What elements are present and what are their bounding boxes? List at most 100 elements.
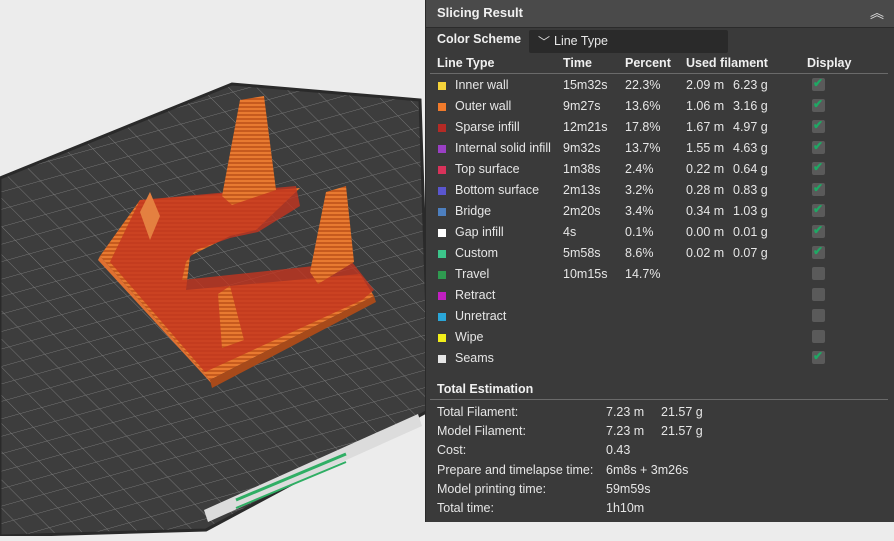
line-type-time: 1m38s	[563, 162, 601, 176]
display-checkbox[interactable]: ✔	[812, 139, 825, 154]
color-scheme-value: Line Type	[554, 34, 608, 48]
estimation-row: Cost: 0.43	[426, 443, 894, 462]
display-checkbox[interactable]: ✔	[812, 181, 825, 196]
display-checkbox[interactable]	[812, 309, 825, 322]
line-type-time: 2m20s	[563, 204, 601, 218]
line-type-name: Custom	[455, 246, 499, 260]
line-type-weight: 0.07 g	[733, 246, 768, 260]
display-checkbox[interactable]: ✔	[812, 202, 825, 217]
display-checkbox[interactable]	[812, 330, 825, 343]
line-type-length: 1.06 m	[686, 99, 725, 113]
table-row: Travel 10m15s 14.7%	[426, 265, 894, 286]
line-type-percent: 13.7%	[625, 141, 661, 155]
line-type-name: Bridge	[455, 204, 492, 218]
line-type-weight: 3.16 g	[733, 99, 768, 113]
estimation-row: Total Filament: 7.23 m 21.57 g	[426, 405, 894, 424]
line-type-length: 1.55 m	[686, 141, 725, 155]
table-row: Retract	[426, 286, 894, 307]
line-type-time: 12m21s	[563, 120, 608, 134]
header-time: Time	[563, 56, 592, 70]
line-type-name: Top surface	[455, 162, 520, 176]
line-type-name: Gap infill	[455, 225, 504, 239]
display-checkbox[interactable]: ✔	[812, 160, 825, 175]
table-row: Sparse infill 12m21s 17.8% 1.67 m 4.97 g ✔	[426, 118, 894, 139]
estimation-value: 6m8s + 3m26s	[606, 463, 689, 477]
line-type-time: 5m58s	[563, 246, 601, 260]
table-row: Outer wall 9m27s 13.6% 1.06 m 3.16 g ✔	[426, 97, 894, 118]
estimation-label: Model Filament:	[437, 424, 526, 438]
line-type-time: 10m15s	[563, 267, 608, 281]
display-checkbox[interactable]	[812, 288, 825, 301]
display-checkbox[interactable]: ✔	[812, 349, 825, 364]
color-swatch	[438, 208, 446, 216]
header-display: Display	[807, 56, 852, 70]
display-checkbox[interactable]: ✔	[812, 244, 825, 259]
checkmark-icon: ✔	[813, 118, 824, 132]
line-type-name: Sparse infill	[455, 120, 520, 134]
collapse-chevron-icon[interactable]: ︽	[870, 3, 884, 23]
line-type-name: Internal solid infill	[455, 141, 551, 155]
estimation-value-secondary: 21.57 g	[661, 424, 703, 438]
header-divider	[430, 73, 888, 74]
checkmark-icon: ✔	[813, 223, 824, 237]
checkmark-icon: ✔	[813, 349, 824, 363]
header-line-type: Line Type	[437, 56, 495, 70]
estimation-label: Total Filament:	[437, 405, 519, 419]
estimation-value: 7.23 m	[606, 405, 645, 419]
line-type-percent: 13.6%	[625, 99, 661, 113]
table-row: Bridge 2m20s 3.4% 0.34 m 1.03 g ✔	[426, 202, 894, 223]
display-checkbox[interactable]	[812, 267, 825, 280]
estimation-label: Prepare and timelapse time:	[437, 463, 594, 477]
estimation-row: Total time: 1h10m	[426, 501, 894, 520]
display-checkbox[interactable]: ✔	[812, 76, 825, 91]
estimation-label: Cost:	[437, 443, 467, 457]
estimation-value: 59m59s	[606, 482, 651, 496]
color-scheme-dropdown[interactable]: ﹀ Line Type	[529, 30, 728, 53]
line-type-length: 2.09 m	[686, 78, 725, 92]
line-type-time: 9m32s	[563, 141, 601, 155]
line-type-length: 0.34 m	[686, 204, 725, 218]
estimation-value-secondary: 21.57 g	[661, 405, 703, 419]
line-type-percent: 0.1%	[625, 225, 654, 239]
color-scheme-label: Color Scheme	[437, 32, 522, 46]
estimation-row: Model printing time: 59m59s	[426, 482, 894, 501]
checkmark-icon: ✔	[813, 244, 824, 258]
panel-title: Slicing Result	[437, 5, 523, 20]
line-type-weight: 0.83 g	[733, 183, 768, 197]
line-type-length: 0.02 m	[686, 246, 725, 260]
line-type-time: 9m27s	[563, 99, 601, 113]
estimation-row: Prepare and timelapse time: 6m8s + 3m26s	[426, 463, 894, 482]
estimation-value: 0.43	[606, 443, 631, 457]
color-swatch	[438, 271, 446, 279]
line-type-percent: 17.8%	[625, 120, 661, 134]
estimation-value: 1h10m	[606, 501, 645, 515]
line-type-percent: 2.4%	[625, 162, 654, 176]
header-percent: Percent	[625, 56, 671, 70]
color-swatch	[438, 166, 446, 174]
line-type-name: Outer wall	[455, 99, 512, 113]
display-checkbox[interactable]: ✔	[812, 223, 825, 238]
chevron-down-icon: ﹀	[538, 35, 551, 49]
checkmark-icon: ✔	[813, 202, 824, 216]
line-type-length: 0.22 m	[686, 162, 725, 176]
display-checkbox[interactable]: ✔	[812, 97, 825, 112]
table-row: Unretract	[426, 307, 894, 328]
table-row: Top surface 1m38s 2.4% 0.22 m 0.64 g ✔	[426, 160, 894, 181]
checkmark-icon: ✔	[813, 139, 824, 153]
total-estimation-label: Total Estimation	[437, 382, 534, 396]
line-type-name: Wipe	[455, 330, 484, 344]
color-swatch	[438, 292, 446, 300]
table-row: Bottom surface 2m13s 3.2% 0.28 m 0.83 g ✔	[426, 181, 894, 202]
display-checkbox[interactable]: ✔	[812, 118, 825, 133]
line-type-weight: 6.23 g	[733, 78, 768, 92]
table-row: Gap infill 4s 0.1% 0.00 m 0.01 g ✔	[426, 223, 894, 244]
line-type-name: Bottom surface	[455, 183, 540, 197]
color-swatch	[438, 145, 446, 153]
color-swatch	[438, 82, 446, 90]
line-type-name: Inner wall	[455, 78, 509, 92]
checkmark-icon: ✔	[813, 181, 824, 195]
line-type-weight: 4.63 g	[733, 141, 768, 155]
table-row: Wipe	[426, 328, 894, 349]
color-swatch	[438, 355, 446, 363]
line-type-weight: 4.97 g	[733, 120, 768, 134]
